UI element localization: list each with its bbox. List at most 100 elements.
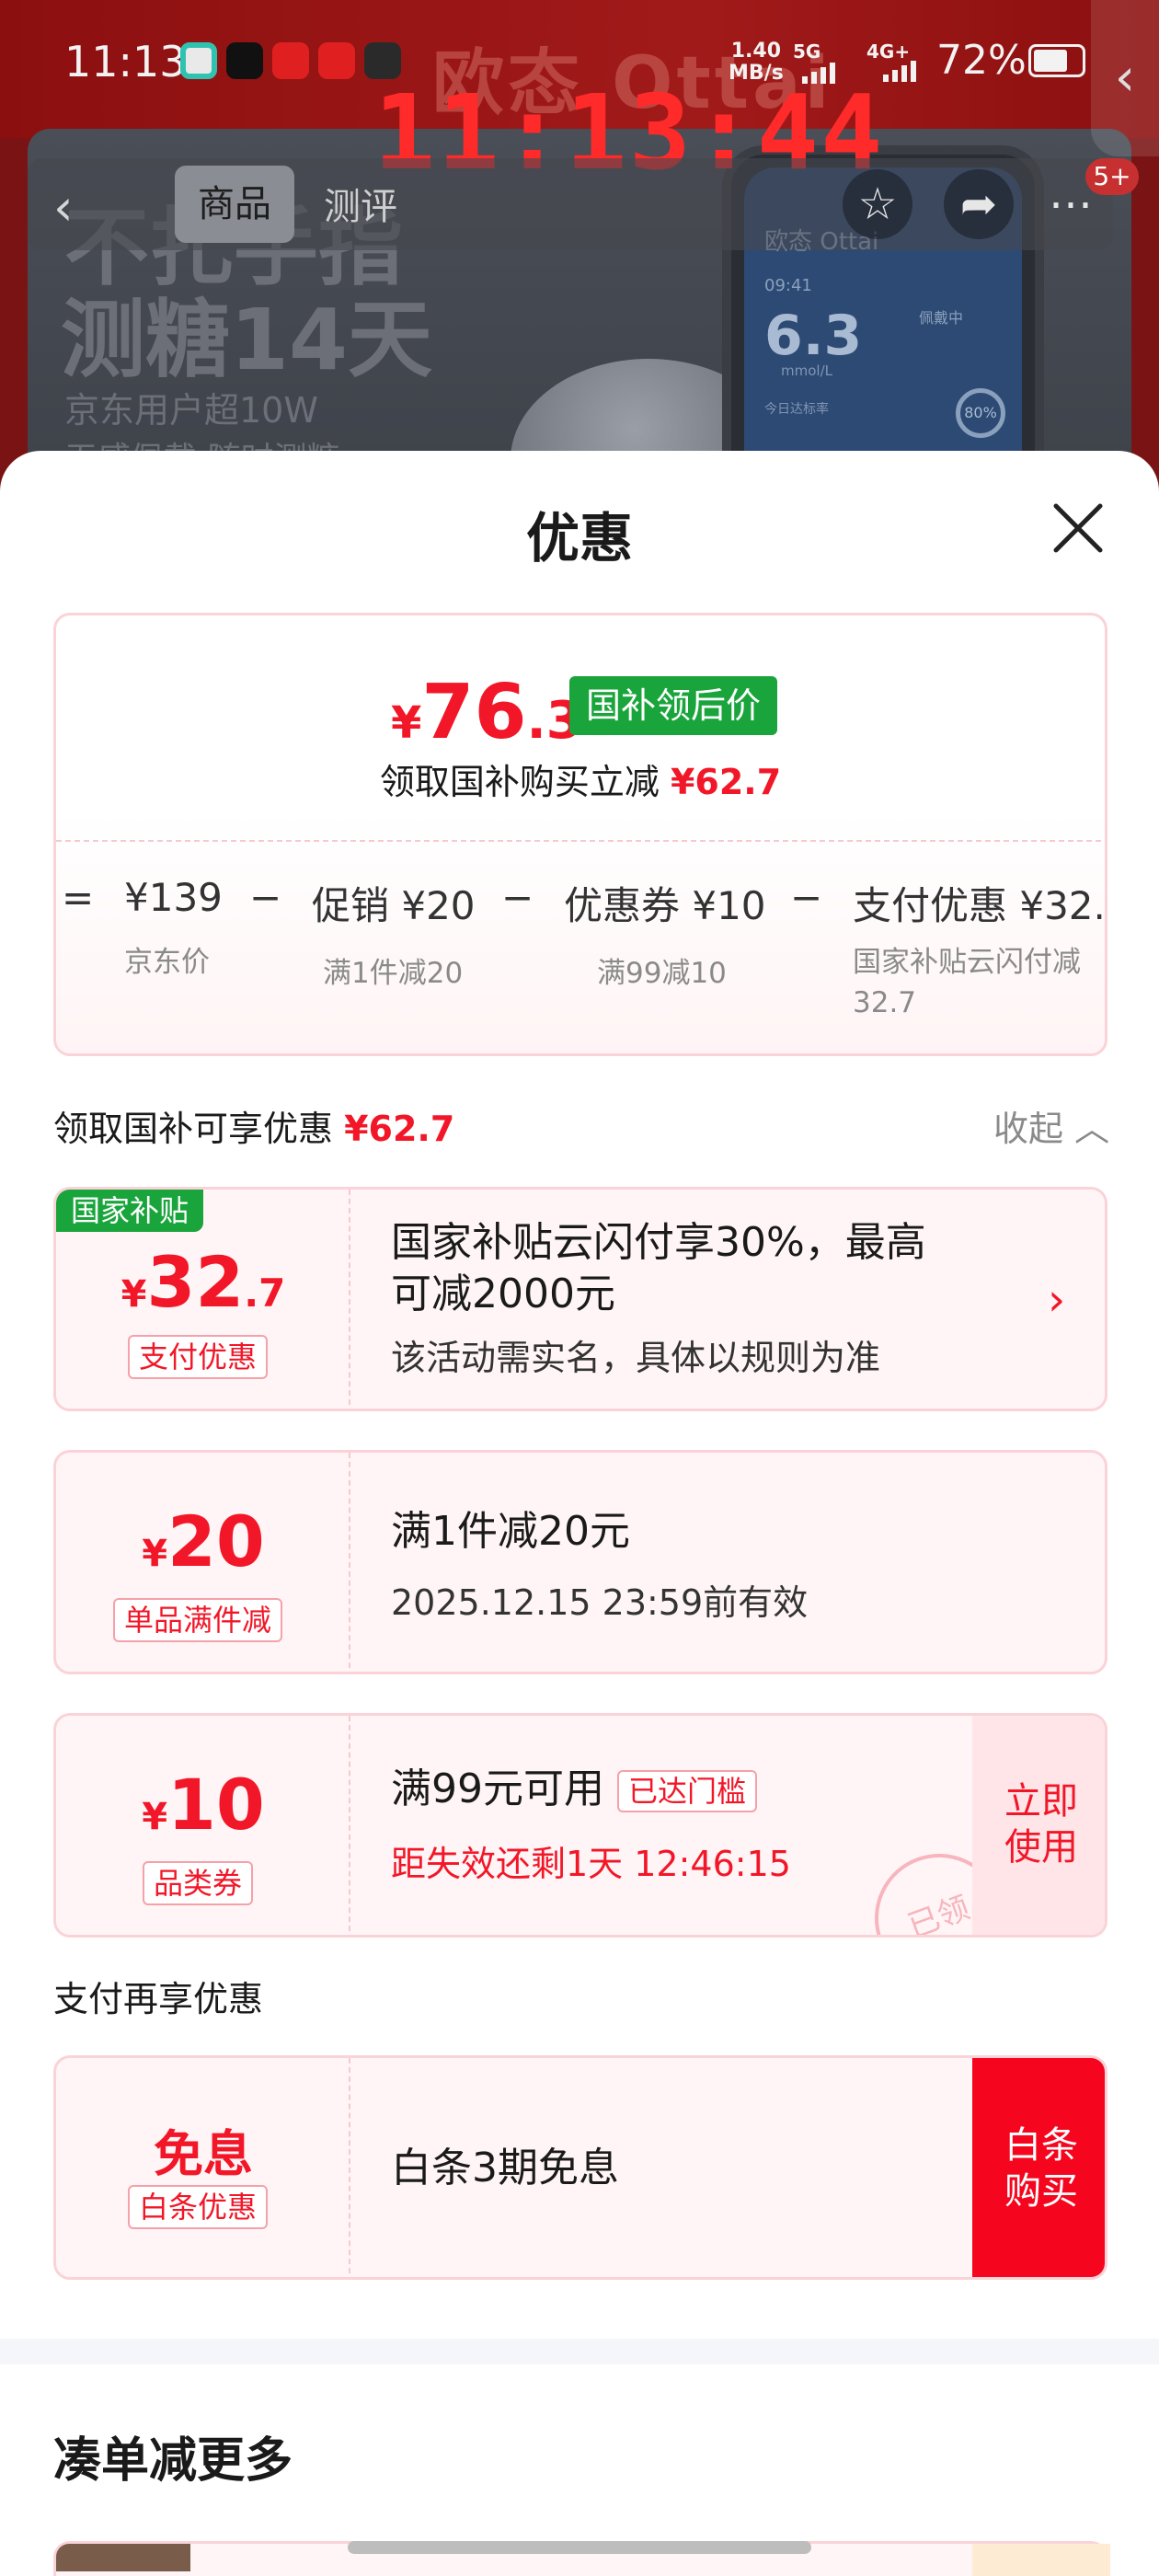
- offer-card-baitiao: 免息 白条优惠 白条3期免息 白条 购买: [53, 2055, 1107, 2280]
- share-icon[interactable]: ➦: [944, 169, 1014, 239]
- breakdown-label: 支付优惠 ¥32.7: [853, 883, 1107, 928]
- hero-headline-2: 测糖14天: [61, 291, 433, 389]
- offer-type-tag: 单品满件减: [113, 1598, 283, 1642]
- breakdown-item-promotion: 促销 ¥20 满1件减20: [312, 875, 476, 991]
- amount-integer: 32: [146, 1241, 245, 1323]
- final-price: ¥76.3: [391, 669, 582, 756]
- offer-amount: ¥32.7: [56, 1241, 350, 1323]
- sim2-type: 4G+: [866, 40, 911, 63]
- breakdown-desc: 满99减10: [597, 957, 727, 990]
- home-indicator[interactable]: [348, 2541, 811, 2554]
- breakdown-item-payment: 支付优惠 ¥32.7 国家补贴云闪付减32.7: [853, 875, 1107, 1023]
- more-deals-title: 凑单减更多: [53, 2433, 293, 2489]
- divider: [56, 840, 1105, 842]
- minus-operator: −: [249, 875, 282, 920]
- offer-description: 满1件减20元: [391, 1508, 630, 1555]
- use-now-button[interactable]: 立即 使用: [972, 1716, 1105, 1935]
- offer-description-line2: 可减2000元: [391, 1271, 615, 1317]
- minus-operator: −: [501, 875, 534, 920]
- back-arrow-icon[interactable]: ‹: [53, 178, 74, 236]
- sim1-type: 5G: [793, 40, 821, 63]
- offer-expiry: 2025.12.15 23:59前有效: [391, 1582, 809, 1623]
- breakdown-item-coupon: 优惠券 ¥10 满99减10: [564, 875, 766, 991]
- phone-glucose-unit: mmol/L: [781, 362, 832, 379]
- amount-decimal: .7: [244, 1271, 286, 1316]
- offer-amount-panel: ¥10 品类券: [56, 1716, 350, 1935]
- tab-goods[interactable]: 商品: [175, 166, 294, 243]
- equals-operator: =: [62, 875, 95, 920]
- collapse-button[interactable]: 收起 ︿: [993, 1100, 1109, 1151]
- breakdown-label: 促销 ¥20: [312, 883, 476, 928]
- notification-icons: [180, 42, 401, 79]
- offer-note: 该活动需实名，具体以规则为准: [391, 1338, 881, 1378]
- app-notification-icon: [180, 42, 217, 79]
- summary-subtitle: 领取国补购买立减 ¥62.7: [56, 753, 1105, 804]
- phone-status: 佩戴中: [919, 309, 964, 327]
- tab-review[interactable]: 测评: [324, 177, 397, 230]
- currency-symbol: ¥: [142, 1533, 168, 1575]
- collapse-label: 收起: [993, 1109, 1064, 1149]
- breakdown-desc: 国家补贴云闪付减32.7: [853, 946, 1081, 1019]
- offer-amount-panel: 免息 白条优惠: [56, 2058, 350, 2277]
- sheet-title: 优惠: [525, 507, 633, 569]
- phone-time: 09:41: [764, 276, 812, 295]
- currency-symbol: ¥: [120, 1273, 147, 1316]
- offer-type-tag: 白条优惠: [128, 2185, 269, 2229]
- offer-amount: ¥20: [56, 1501, 350, 1582]
- offer-amount-panel: ¥20 单品满件减: [56, 1453, 350, 1672]
- product-nav-bar: ‹ 商品 测评 ☆ ➦ ⋯: [28, 158, 1113, 250]
- breakdown-desc: 京东价: [124, 946, 210, 979]
- offer-card-national-subsidy[interactable]: 国家补贴 ¥32.7 支付优惠 国家补贴云闪付享30%，最高 可减2000元 该…: [53, 1187, 1107, 1411]
- message-count-badge: 5+: [1085, 158, 1139, 195]
- network-speed-value: 1.40: [730, 40, 782, 63]
- final-price-symbol: ¥: [391, 697, 422, 749]
- offer-type-tag: 支付优惠: [128, 1335, 269, 1379]
- interest-free-label: 免息: [154, 2125, 253, 2183]
- offer-amount: ¥10: [56, 1764, 350, 1846]
- peek-right-panel: [972, 2544, 1110, 2576]
- price-breakdown: = ¥139 京东价 − 促销 ¥20 满1件减20 − 优惠券 ¥10 满99…: [56, 864, 1107, 1048]
- phone-progress-ring: 80%: [956, 388, 1005, 438]
- breakdown-label: 优惠券 ¥10: [564, 883, 766, 928]
- minus-operator: −: [790, 875, 823, 920]
- status-time: 11:13: [64, 37, 187, 86]
- summary-subtitle-text: 领取国补购买立减: [379, 762, 660, 802]
- amount-integer: 20: [167, 1501, 265, 1582]
- baitiao-buy-button[interactable]: 白条 购买: [972, 2058, 1105, 2277]
- section-title: 领取国补可享优惠: [53, 1109, 334, 1149]
- chevron-right-icon[interactable]: ›: [1048, 1274, 1065, 1326]
- star-icon[interactable]: ☆: [843, 169, 912, 239]
- offer-description: 满99元可用 已达门槛: [391, 1764, 758, 1815]
- discount-sheet: 优惠 ¥76.3 国补领后价 领取国补购买立减 ¥62.7 = ¥139 京东价…: [0, 451, 1159, 2576]
- phone-glucose-value: 6.3: [764, 304, 863, 368]
- battery-icon: [1028, 44, 1085, 77]
- offer-description: 白条3期免息: [391, 2145, 619, 2191]
- summary-subtitle-amount: ¥62.7: [670, 762, 782, 802]
- final-price-integer: 76: [421, 669, 527, 756]
- offer-amount-panel: 国家补贴 ¥32.7 支付优惠: [56, 1190, 350, 1409]
- section-payment-heading: 支付再享优惠: [53, 1979, 264, 2019]
- chevron-up-icon: ︿: [1074, 1109, 1110, 1149]
- offer-countdown: 距失效还剩1天 12:46:15: [391, 1844, 791, 1884]
- hero-user-count: 京东用户超10W: [64, 390, 318, 431]
- amount-integer: 10: [167, 1764, 265, 1846]
- peek-tag: [56, 2544, 190, 2571]
- breakdown-item-jd-price: ¥139 京东价: [124, 875, 223, 980]
- chevron-left-icon[interactable]: ‹: [1091, 0, 1159, 156]
- signal-bars-icon-2: [883, 61, 916, 82]
- tiktok-icon: [226, 42, 263, 79]
- section-subsidy-heading: 领取国补可享优惠 ¥62.7: [53, 1100, 454, 1151]
- battery-fill: [1034, 50, 1067, 72]
- offer-condition: 满99元可用: [391, 1765, 604, 1812]
- phone-today-label: 今日达标率: [764, 402, 829, 417]
- threshold-reached-tag: 已达门槛: [617, 1770, 758, 1812]
- national-subsidy-tag: 国家补贴: [56, 1190, 204, 1232]
- breakdown-label: ¥139: [124, 875, 223, 920]
- after-subsidy-tag: 国补领后价: [569, 676, 778, 735]
- price-summary-card: ¥76.3 国补领后价 领取国补购买立减 ¥62.7 = ¥139 京东价 − …: [53, 613, 1107, 1056]
- battery-percent: 72%: [936, 37, 1027, 84]
- close-icon[interactable]: [1049, 499, 1107, 558]
- deals-app-icon: [318, 42, 355, 79]
- breakdown-desc: 满1件减20: [323, 957, 464, 990]
- currency-symbol: ¥: [142, 1796, 168, 1838]
